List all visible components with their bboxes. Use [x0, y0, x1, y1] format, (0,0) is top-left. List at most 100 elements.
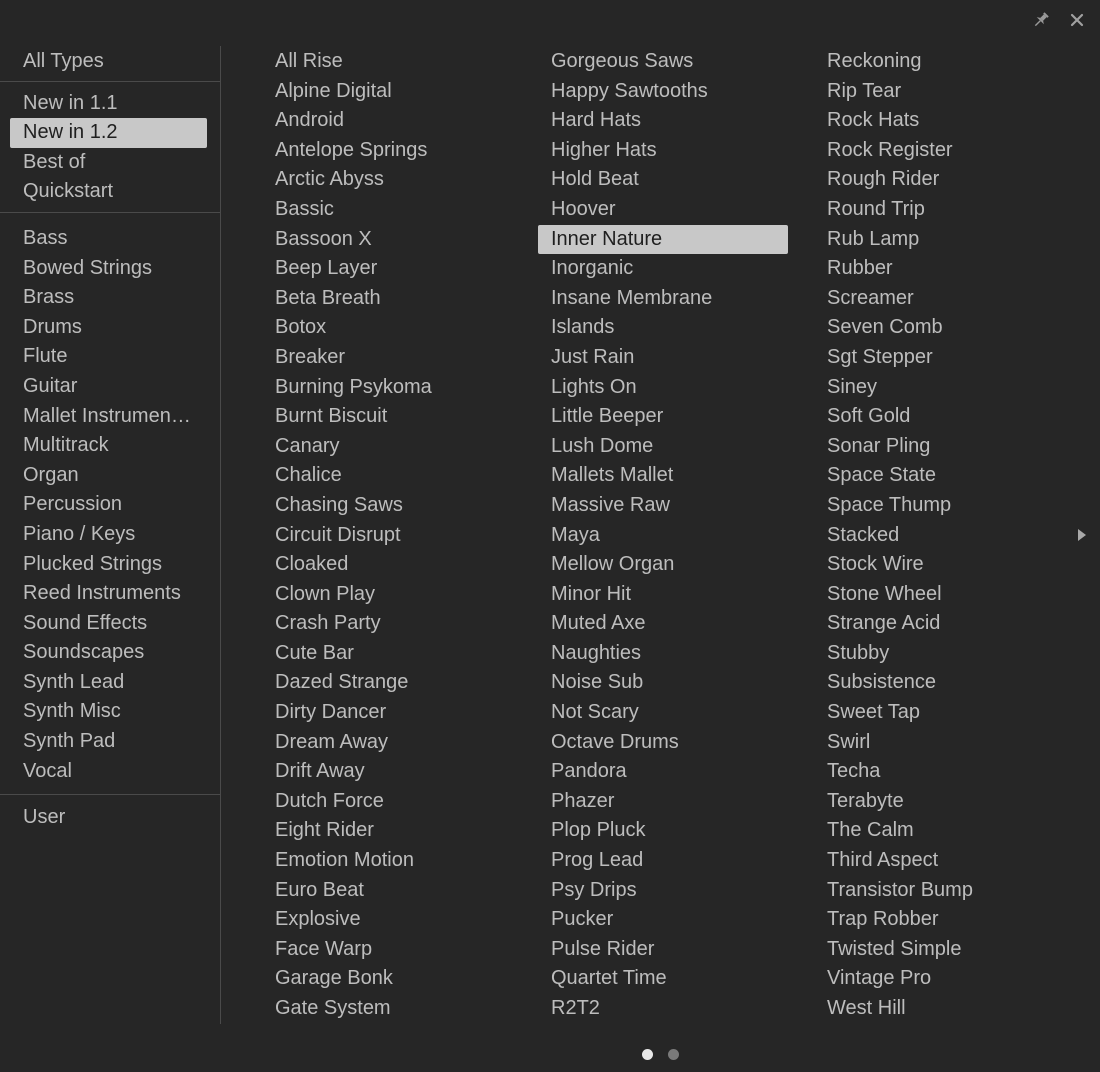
preset-item[interactable]: Seven Comb: [814, 313, 1064, 343]
preset-item[interactable]: Not Scary: [538, 698, 788, 728]
sidebar-item-percussion[interactable]: Percussion: [10, 490, 207, 520]
preset-item[interactable]: Inorganic: [538, 254, 788, 284]
preset-item[interactable]: Face Warp: [262, 935, 512, 965]
sidebar-item-organ[interactable]: Organ: [10, 461, 207, 491]
preset-item[interactable]: West Hill: [814, 994, 1064, 1024]
sidebar-item-synth-misc[interactable]: Synth Misc: [10, 697, 207, 727]
preset-item[interactable]: Rip Tear: [814, 77, 1064, 107]
preset-item[interactable]: Space State: [814, 461, 1064, 491]
preset-item[interactable]: Antelope Springs: [262, 136, 512, 166]
preset-item[interactable]: Sonar Pling: [814, 432, 1064, 462]
preset-item[interactable]: Dutch Force: [262, 787, 512, 817]
preset-item[interactable]: Mallets Mallet: [538, 461, 788, 491]
preset-item[interactable]: Gate System: [262, 994, 512, 1024]
sidebar-item-synth-pad[interactable]: Synth Pad: [10, 727, 207, 757]
preset-item[interactable]: Massive Raw: [538, 491, 788, 521]
preset-item[interactable]: Bassic: [262, 195, 512, 225]
preset-item[interactable]: Strange Acid: [814, 609, 1064, 639]
preset-item[interactable]: Vintage Pro: [814, 964, 1064, 994]
preset-item[interactable]: Octave Drums: [538, 728, 788, 758]
preset-item[interactable]: Siney: [814, 373, 1064, 403]
preset-item[interactable]: Third Aspect: [814, 846, 1064, 876]
preset-item[interactable]: Phazer: [538, 787, 788, 817]
preset-item[interactable]: Reckoning: [814, 47, 1064, 77]
next-page-arrow-icon[interactable]: [1076, 527, 1088, 543]
preset-item[interactable]: Inner Nature: [538, 224, 788, 255]
sidebar-item-new-in-1-1[interactable]: New in 1.1: [10, 89, 207, 119]
sidebar-item-best-of[interactable]: Best of: [10, 148, 207, 178]
preset-item[interactable]: Lush Dome: [538, 432, 788, 462]
preset-item[interactable]: Maya: [538, 521, 788, 551]
preset-item[interactable]: Beep Layer: [262, 254, 512, 284]
sidebar-item-reed-instruments[interactable]: Reed Instruments: [10, 579, 207, 609]
page-dot[interactable]: [642, 1049, 653, 1060]
preset-item[interactable]: Burning Psykoma: [262, 373, 512, 403]
preset-item[interactable]: Chalice: [262, 461, 512, 491]
sidebar-item-flute[interactable]: Flute: [10, 342, 207, 372]
preset-item[interactable]: Rock Register: [814, 136, 1064, 166]
preset-item[interactable]: Dazed Strange: [262, 668, 512, 698]
preset-item[interactable]: Arctic Abyss: [262, 165, 512, 195]
preset-item[interactable]: Lights On: [538, 373, 788, 403]
preset-item[interactable]: Transistor Bump: [814, 876, 1064, 906]
preset-item[interactable]: Pandora: [538, 757, 788, 787]
preset-item[interactable]: R2T2: [538, 994, 788, 1024]
preset-item[interactable]: Cute Bar: [262, 639, 512, 669]
preset-item[interactable]: Clown Play: [262, 580, 512, 610]
preset-item[interactable]: Naughties: [538, 639, 788, 669]
preset-item[interactable]: Hoover: [538, 195, 788, 225]
sidebar-item-mallet-instrumen[interactable]: Mallet Instrumen…: [10, 402, 207, 432]
preset-item[interactable]: Screamer: [814, 284, 1064, 314]
preset-item[interactable]: Explosive: [262, 905, 512, 935]
preset-item[interactable]: Rock Hats: [814, 106, 1064, 136]
preset-item[interactable]: Pucker: [538, 905, 788, 935]
sidebar-item-synth-lead[interactable]: Synth Lead: [10, 668, 207, 698]
sidebar-item-brass[interactable]: Brass: [10, 283, 207, 313]
preset-item[interactable]: Bassoon X: [262, 225, 512, 255]
sidebar-item-sound-effects[interactable]: Sound Effects: [10, 609, 207, 639]
preset-item[interactable]: Little Beeper: [538, 402, 788, 432]
preset-item[interactable]: Psy Drips: [538, 876, 788, 906]
preset-item[interactable]: Muted Axe: [538, 609, 788, 639]
sidebar-item-guitar[interactable]: Guitar: [10, 372, 207, 402]
sidebar-item-quickstart[interactable]: Quickstart: [10, 177, 207, 207]
preset-item[interactable]: Canary: [262, 432, 512, 462]
preset-item[interactable]: Rub Lamp: [814, 225, 1064, 255]
preset-item[interactable]: Garage Bonk: [262, 964, 512, 994]
preset-item[interactable]: Gorgeous Saws: [538, 47, 788, 77]
pin-icon[interactable]: [1030, 9, 1052, 31]
preset-item[interactable]: Crash Party: [262, 609, 512, 639]
preset-item[interactable]: Subsistence: [814, 668, 1064, 698]
preset-item[interactable]: All Rise: [262, 47, 512, 77]
preset-item[interactable]: Eight Rider: [262, 816, 512, 846]
preset-item[interactable]: Techa: [814, 757, 1064, 787]
preset-item[interactable]: Islands: [538, 313, 788, 343]
preset-item[interactable]: Hard Hats: [538, 106, 788, 136]
preset-item[interactable]: Insane Membrane: [538, 284, 788, 314]
sidebar-item-all-types[interactable]: All Types: [10, 47, 207, 77]
preset-item[interactable]: Sweet Tap: [814, 698, 1064, 728]
sidebar-item-soundscapes[interactable]: Soundscapes: [10, 638, 207, 668]
preset-item[interactable]: Soft Gold: [814, 402, 1064, 432]
preset-item[interactable]: Pulse Rider: [538, 935, 788, 965]
sidebar-item-user[interactable]: User: [10, 803, 207, 833]
preset-item[interactable]: Prog Lead: [538, 846, 788, 876]
preset-item[interactable]: Alpine Digital: [262, 77, 512, 107]
preset-item[interactable]: Dirty Dancer: [262, 698, 512, 728]
sidebar-item-multitrack[interactable]: Multitrack: [10, 431, 207, 461]
sidebar-item-vocal[interactable]: Vocal: [10, 757, 207, 787]
preset-item[interactable]: Stubby: [814, 639, 1064, 669]
preset-item[interactable]: Breaker: [262, 343, 512, 373]
preset-item[interactable]: Rubber: [814, 254, 1064, 284]
preset-item[interactable]: Just Rain: [538, 343, 788, 373]
preset-item[interactable]: Stone Wheel: [814, 580, 1064, 610]
preset-item[interactable]: Noise Sub: [538, 668, 788, 698]
preset-item[interactable]: The Calm: [814, 816, 1064, 846]
close-icon[interactable]: [1066, 9, 1088, 31]
sidebar-item-bass[interactable]: Bass: [10, 224, 207, 254]
preset-item[interactable]: Mellow Organ: [538, 550, 788, 580]
preset-item[interactable]: Burnt Biscuit: [262, 402, 512, 432]
preset-item[interactable]: Dream Away: [262, 728, 512, 758]
sidebar-item-new-in-1-2[interactable]: New in 1.2: [10, 118, 207, 148]
preset-item[interactable]: Sgt Stepper: [814, 343, 1064, 373]
